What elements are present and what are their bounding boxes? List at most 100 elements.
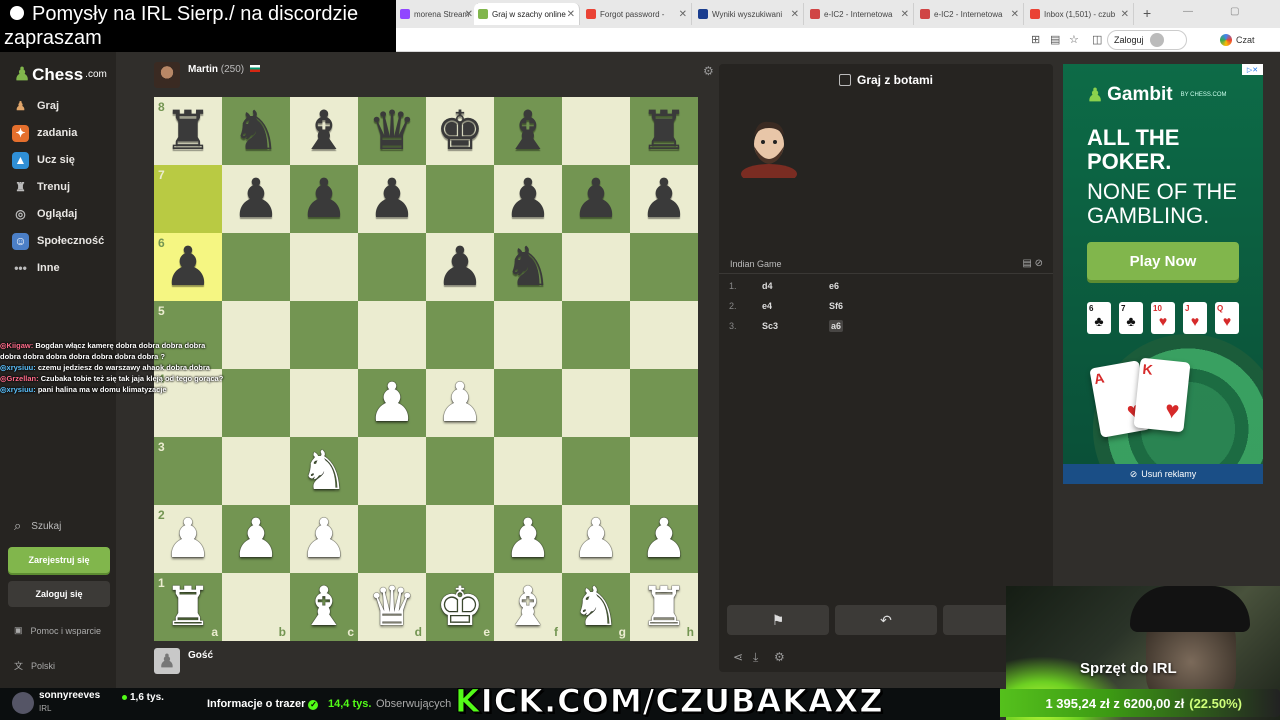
black-pawn-piece[interactable]: ♟ — [572, 172, 620, 226]
square-a3[interactable]: 3 — [154, 437, 222, 505]
square-b3[interactable] — [222, 437, 290, 505]
maximize-icon[interactable]: ▢ — [1230, 6, 1239, 17]
opening-book-icon[interactable]: ▤ ⊘ — [1022, 258, 1043, 269]
help-link[interactable]: ▣ Pomoc i wsparcie — [14, 625, 101, 636]
sidebar-item-community[interactable]: ☺ Społeczność — [12, 230, 104, 252]
remove-ads-button[interactable]: ⊘ Usuń reklamy — [1063, 464, 1263, 484]
takeback-button[interactable]: ↶ — [835, 605, 937, 635]
square-d5[interactable] — [358, 301, 426, 369]
square-b4[interactable] — [222, 369, 290, 437]
extensions-icon[interactable]: ⊞ — [1031, 33, 1040, 46]
black-bishop-piece[interactable]: ♝ — [300, 104, 348, 158]
square-f1[interactable]: ♝ f — [494, 573, 562, 641]
close-tab-icon[interactable]: ✕ — [1121, 9, 1129, 20]
square-d6[interactable] — [358, 233, 426, 301]
browser-tab[interactable]: Graj w szachy online ✕ — [474, 3, 580, 25]
square-h3[interactable] — [630, 437, 698, 505]
white-move[interactable]: e4 — [762, 301, 772, 311]
sidebar-item-learn[interactable]: ▲ Ucz się — [12, 149, 75, 171]
square-g1[interactable]: ♞ g — [562, 573, 630, 641]
close-tab-icon[interactable]: ✕ — [567, 9, 575, 20]
browser-tab[interactable]: Inbox (1,501) - czub ✕ — [1026, 3, 1134, 25]
square-a1[interactable]: ♜ 1 a — [154, 573, 222, 641]
black-pawn-piece[interactable]: ♟ — [164, 240, 212, 294]
square-g3[interactable] — [562, 437, 630, 505]
square-a6[interactable]: ♟ 6 — [154, 233, 222, 301]
white-knight-piece[interactable]: ♞ — [572, 580, 620, 634]
streamer-avatar[interactable] — [12, 692, 34, 714]
square-b2[interactable]: ♟ — [222, 505, 290, 573]
square-d2[interactable] — [358, 505, 426, 573]
white-king-piece[interactable]: ♚ — [436, 580, 484, 634]
square-f8[interactable]: ♝ — [494, 97, 562, 165]
square-e3[interactable] — [426, 437, 494, 505]
sidebar-item-play[interactable]: ♟ Graj — [12, 95, 59, 117]
white-rook-piece[interactable]: ♜ — [640, 580, 688, 634]
square-c4[interactable] — [290, 369, 358, 437]
white-pawn-piece[interactable]: ♟ — [164, 512, 212, 566]
browser-login-button[interactable]: Zaloguj — [1107, 30, 1187, 50]
copilot-chat-button[interactable]: Czat — [1220, 34, 1255, 46]
close-tab-icon[interactable]: ✕ — [465, 9, 473, 20]
black-pawn-piece[interactable]: ♟ — [232, 172, 280, 226]
black-pawn-piece[interactable]: ♟ — [504, 172, 552, 226]
square-d7[interactable]: ♟ — [358, 165, 426, 233]
star-icon[interactable]: ☆ — [1069, 33, 1079, 46]
square-h2[interactable]: ♟ — [630, 505, 698, 573]
black-pawn-piece[interactable]: ♟ — [300, 172, 348, 226]
sidebar-item-watch[interactable]: ◎ Oglądaj — [12, 203, 77, 225]
browser-tab[interactable]: e-IC2 - Internetowa ✕ — [916, 3, 1024, 25]
square-e8[interactable]: ♚ — [426, 97, 494, 165]
square-a7[interactable]: 7 — [154, 165, 222, 233]
white-pawn-piece[interactable]: ♟ — [572, 512, 620, 566]
square-b1[interactable]: b — [222, 573, 290, 641]
square-f5[interactable] — [494, 301, 562, 369]
black-rook-piece[interactable]: ♜ — [640, 104, 688, 158]
square-f7[interactable]: ♟ — [494, 165, 562, 233]
sidebar-item-puzzles[interactable]: ✦ zadania — [12, 122, 77, 144]
close-tab-icon[interactable]: ✕ — [679, 9, 687, 20]
square-c7[interactable]: ♟ — [290, 165, 358, 233]
black-rook-piece[interactable]: ♜ — [164, 104, 212, 158]
square-e4[interactable]: ♟ — [426, 369, 494, 437]
black-knight-piece[interactable]: ♞ — [232, 104, 280, 158]
square-f2[interactable]: ♟ — [494, 505, 562, 573]
browser-tab[interactable]: e-IC2 - Internetowa ✕ — [806, 3, 914, 25]
square-h1[interactable]: ♜ h — [630, 573, 698, 641]
square-c5[interactable] — [290, 301, 358, 369]
download-icon[interactable]: ⤓ — [753, 650, 758, 665]
share-icon[interactable]: ⋖ — [733, 650, 743, 664]
close-tab-icon[interactable]: ✕ — [1011, 9, 1019, 20]
minimize-icon[interactable]: — — [1183, 6, 1193, 17]
board-settings-icon[interactable]: ⚙ — [703, 64, 714, 78]
square-b6[interactable] — [222, 233, 290, 301]
square-f6[interactable]: ♞ — [494, 233, 562, 301]
square-g2[interactable]: ♟ — [562, 505, 630, 573]
settings-gear-icon[interactable]: ⚙ — [774, 650, 785, 664]
play-now-button[interactable]: Play Now — [1087, 242, 1239, 280]
close-tab-icon[interactable]: ✕ — [791, 9, 799, 20]
square-d3[interactable] — [358, 437, 426, 505]
square-c1[interactable]: ♝ c — [290, 573, 358, 641]
reader-icon[interactable]: ▤ — [1050, 33, 1060, 46]
sidebar-item-more[interactable]: ••• Inne — [12, 257, 59, 279]
black-king-piece[interactable]: ♚ — [436, 104, 484, 158]
square-c2[interactable]: ♟ — [290, 505, 358, 573]
square-e5[interactable] — [426, 301, 494, 369]
black-pawn-piece[interactable]: ♟ — [640, 172, 688, 226]
sidebar-search[interactable]: ⌕ Szukaj — [14, 518, 61, 534]
streamer-name[interactable]: sonnyreeves — [39, 690, 100, 701]
square-e2[interactable] — [426, 505, 494, 573]
square-h4[interactable] — [630, 369, 698, 437]
black-pawn-piece[interactable]: ♟ — [368, 172, 416, 226]
square-h7[interactable]: ♟ — [630, 165, 698, 233]
square-f4[interactable] — [494, 369, 562, 437]
square-g7[interactable]: ♟ — [562, 165, 630, 233]
chess-board[interactable]: ♜ 8 ♞ ♝ ♛ ♚ ♝ ♜ 7 ♟ ♟ ♟ ♟ ♟ ♟ ♟ 6 ♟ ♞ 5 4 ♟ ♟ 3 ♞ ♟ 2 ♟ ♟ ♟ ♟ ♟ ♜ 1 a b ♝ c ♛ d… — [154, 97, 698, 641]
square-h5[interactable] — [630, 301, 698, 369]
white-pawn-piece[interactable]: ♟ — [232, 512, 280, 566]
square-d4[interactable]: ♟ — [358, 369, 426, 437]
login-button[interactable]: Zaloguj się — [8, 581, 110, 607]
white-queen-piece[interactable]: ♛ — [368, 580, 416, 634]
square-g4[interactable] — [562, 369, 630, 437]
